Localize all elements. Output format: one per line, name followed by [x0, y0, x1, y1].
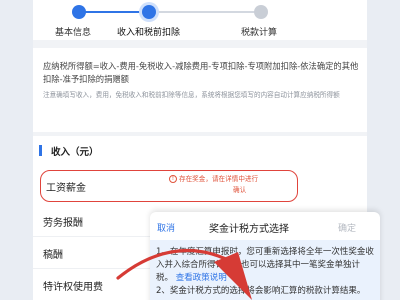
step-3-indicator [254, 5, 268, 19]
formula-text: 应纳税所得额=收入-费用-免税收入-减除费用-专项扣除-专项附加扣除-依法确定的… [43, 61, 359, 84]
income-section-title-text: 收入（元） [51, 147, 99, 158]
progress-stepper: 基本信息 收入和税前扣除 税款计算 [33, 0, 367, 40]
bonus-notice-confirm[interactable]: 确认 [233, 186, 246, 194]
bonus-notice[interactable]: ! 存在奖金，请在详情中进行 确认 [169, 174, 295, 196]
step-2-indicator [142, 5, 156, 19]
bonus-notice-text: 存在奖金，请在详情中进行 [179, 175, 259, 183]
salary-income-label: 工资薪金 [46, 183, 86, 194]
alert-icon: ! [169, 175, 177, 183]
sheet-info-box: 1、在年度汇算申报时，您可重新选择将全年一次性奖金收入并入综合所得计税，也可以选… [150, 240, 380, 300]
step-1-label: 基本信息 [55, 28, 92, 38]
section-accent-bar [39, 145, 42, 156]
salary-income-row[interactable]: 工资薪金 ! 存在奖金，请在详情中进行 确认 [40, 170, 298, 202]
sheet-header: 取消 奖金计税方式选择 确定 [150, 212, 380, 240]
income-row-label: 稿酬 [43, 250, 63, 261]
step-1-indicator [72, 5, 86, 19]
sheet-confirm-button[interactable]: 确定 [338, 221, 356, 234]
sheet-info-para-2: 2、奖金计税方式的选择将会影响汇算的税款计算结果。 [156, 286, 366, 296]
formula-card: 应纳税所得额=收入-费用-免税收入-减除费用-专项扣除-专项附加扣除-依法确定的… [33, 48, 367, 132]
step-2-label: 收入和税前扣除 [117, 28, 181, 38]
step-3-label: 税款计算 [241, 28, 278, 38]
step-track-remaining [149, 11, 261, 13]
bonus-method-sheet: 取消 奖金计税方式选择 确定 1、在年度汇算申报时，您可重新选择将全年一次性奖金… [150, 212, 380, 300]
policy-link[interactable]: 查看政策说明 [176, 273, 227, 283]
sheet-cancel-button[interactable]: 取消 [157, 221, 175, 234]
sheet-title: 奖金计税方式选择 [209, 224, 289, 235]
income-row-label: 特许权使用费 [43, 282, 103, 293]
income-section-title: 收入（元） [45, 144, 99, 158]
formula-note: 注意确填写收入，费用，免税收入和税前扣除等信息，系统将根据您填写的内容自动计算应… [43, 91, 340, 99]
income-row-label: 劳务报酬 [43, 218, 83, 229]
sheet-info-para-1: 1、在年度汇算申报时，您可重新选择将全年一次性奖金收入并入综合所得计税，也可以选… [156, 246, 374, 285]
